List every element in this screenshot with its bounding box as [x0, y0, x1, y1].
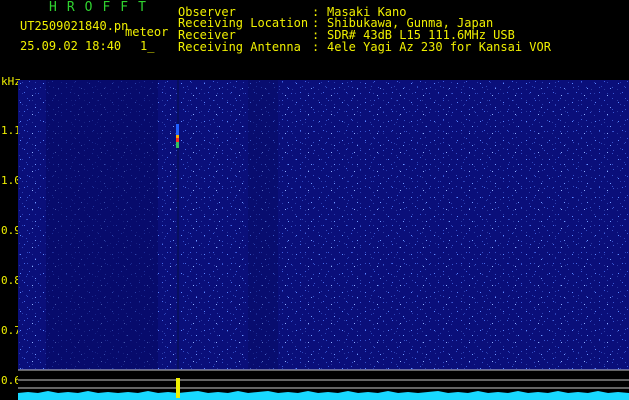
meteor-echo-tail: [176, 142, 179, 148]
hrofft-screen: HROFFT UT2509021840.pn 25.09.02 18:40 me…: [0, 0, 629, 400]
antenna-label: Receiving Antenna: [178, 40, 301, 54]
antenna-value: 4ele Yagi Az 230 for Kansai VOR: [327, 40, 551, 54]
meteor-echo-head: [176, 138, 179, 142]
waterfall-spectrogram: [18, 80, 629, 400]
meteor-count: 1_: [140, 39, 155, 53]
capture-datetime: 25.09.02 18:40: [20, 39, 122, 53]
app-title: HROFFT: [49, 0, 156, 15]
dark-band: [248, 80, 278, 370]
mode-label: meteor: [125, 25, 169, 39]
detection-marker: [176, 378, 180, 398]
meteor-echo-mid: [176, 135, 179, 138]
dark-band: [46, 80, 158, 370]
antenna-colon: :: [312, 40, 320, 54]
file-name: UT2509021840.pn: [20, 19, 129, 33]
